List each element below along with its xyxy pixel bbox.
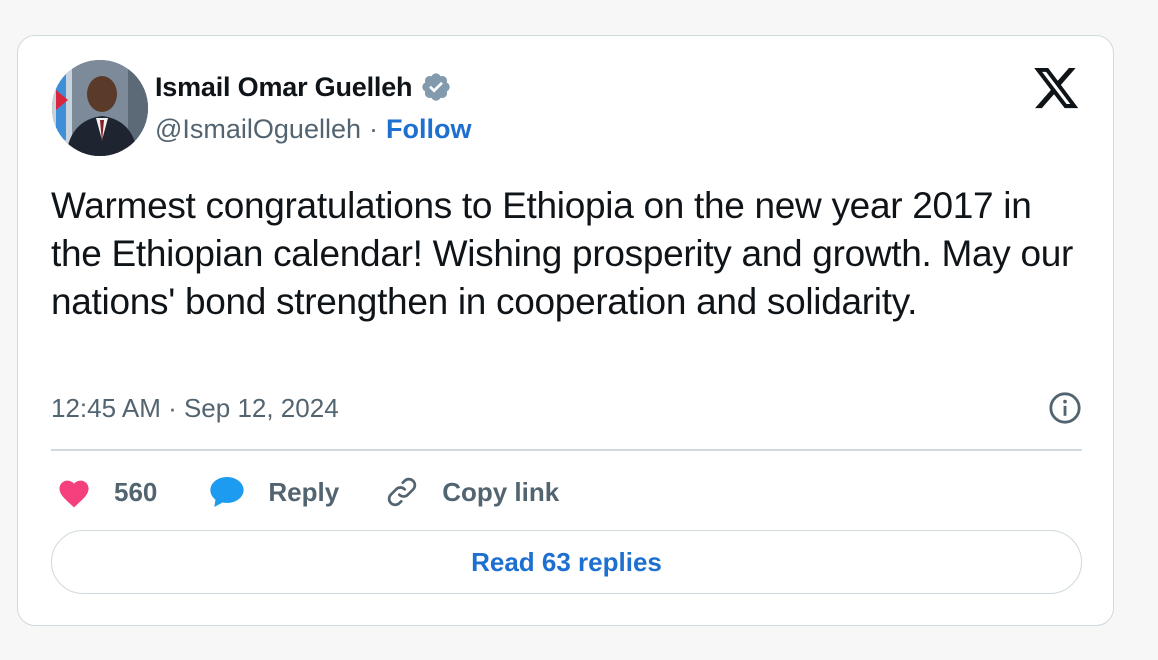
x-logo-icon[interactable]: [1034, 68, 1080, 110]
info-icon[interactable]: [1048, 391, 1082, 425]
tweet-text: Warmest congratulations to Ethiopia on t…: [51, 185, 1074, 322]
read-replies-button[interactable]: Read 63 replies: [51, 530, 1082, 594]
tweet-card: Ismail Omar Guelleh @IsmailOguelleh · Fo…: [17, 35, 1114, 626]
reply-bubble-icon: [210, 476, 245, 508]
author-handle-row: @IsmailOguelleh · Follow: [155, 112, 471, 146]
reply-button[interactable]: Reply: [208, 474, 339, 510]
divider: [51, 449, 1082, 451]
author-name-row: Ismail Omar Guelleh: [155, 70, 452, 104]
reply-label: Reply: [268, 476, 340, 507]
link-icon: [388, 477, 417, 507]
like-count: 560: [114, 476, 158, 507]
tweet-timestamp[interactable]: 12:45 AM · Sep 12, 2024: [51, 393, 339, 424]
like-button[interactable]: 560: [56, 476, 157, 508]
verified-badge-icon: [420, 71, 452, 103]
separator-dot: ·: [369, 113, 378, 144]
copy-link-label: Copy link: [442, 476, 560, 507]
heart-icon: [59, 480, 89, 508]
author-name[interactable]: Ismail Omar Guelleh: [155, 72, 413, 103]
avatar-image: [52, 60, 148, 156]
copy-link-button[interactable]: Copy link: [384, 474, 559, 510]
follow-button[interactable]: Follow: [386, 114, 471, 145]
action-bar: 560 Reply Copy link: [56, 470, 559, 514]
author-handle[interactable]: @IsmailOguelleh: [155, 114, 361, 145]
author-avatar[interactable]: [52, 60, 148, 156]
tweet-meta-row: 12:45 AM · Sep 12, 2024: [51, 390, 1082, 426]
